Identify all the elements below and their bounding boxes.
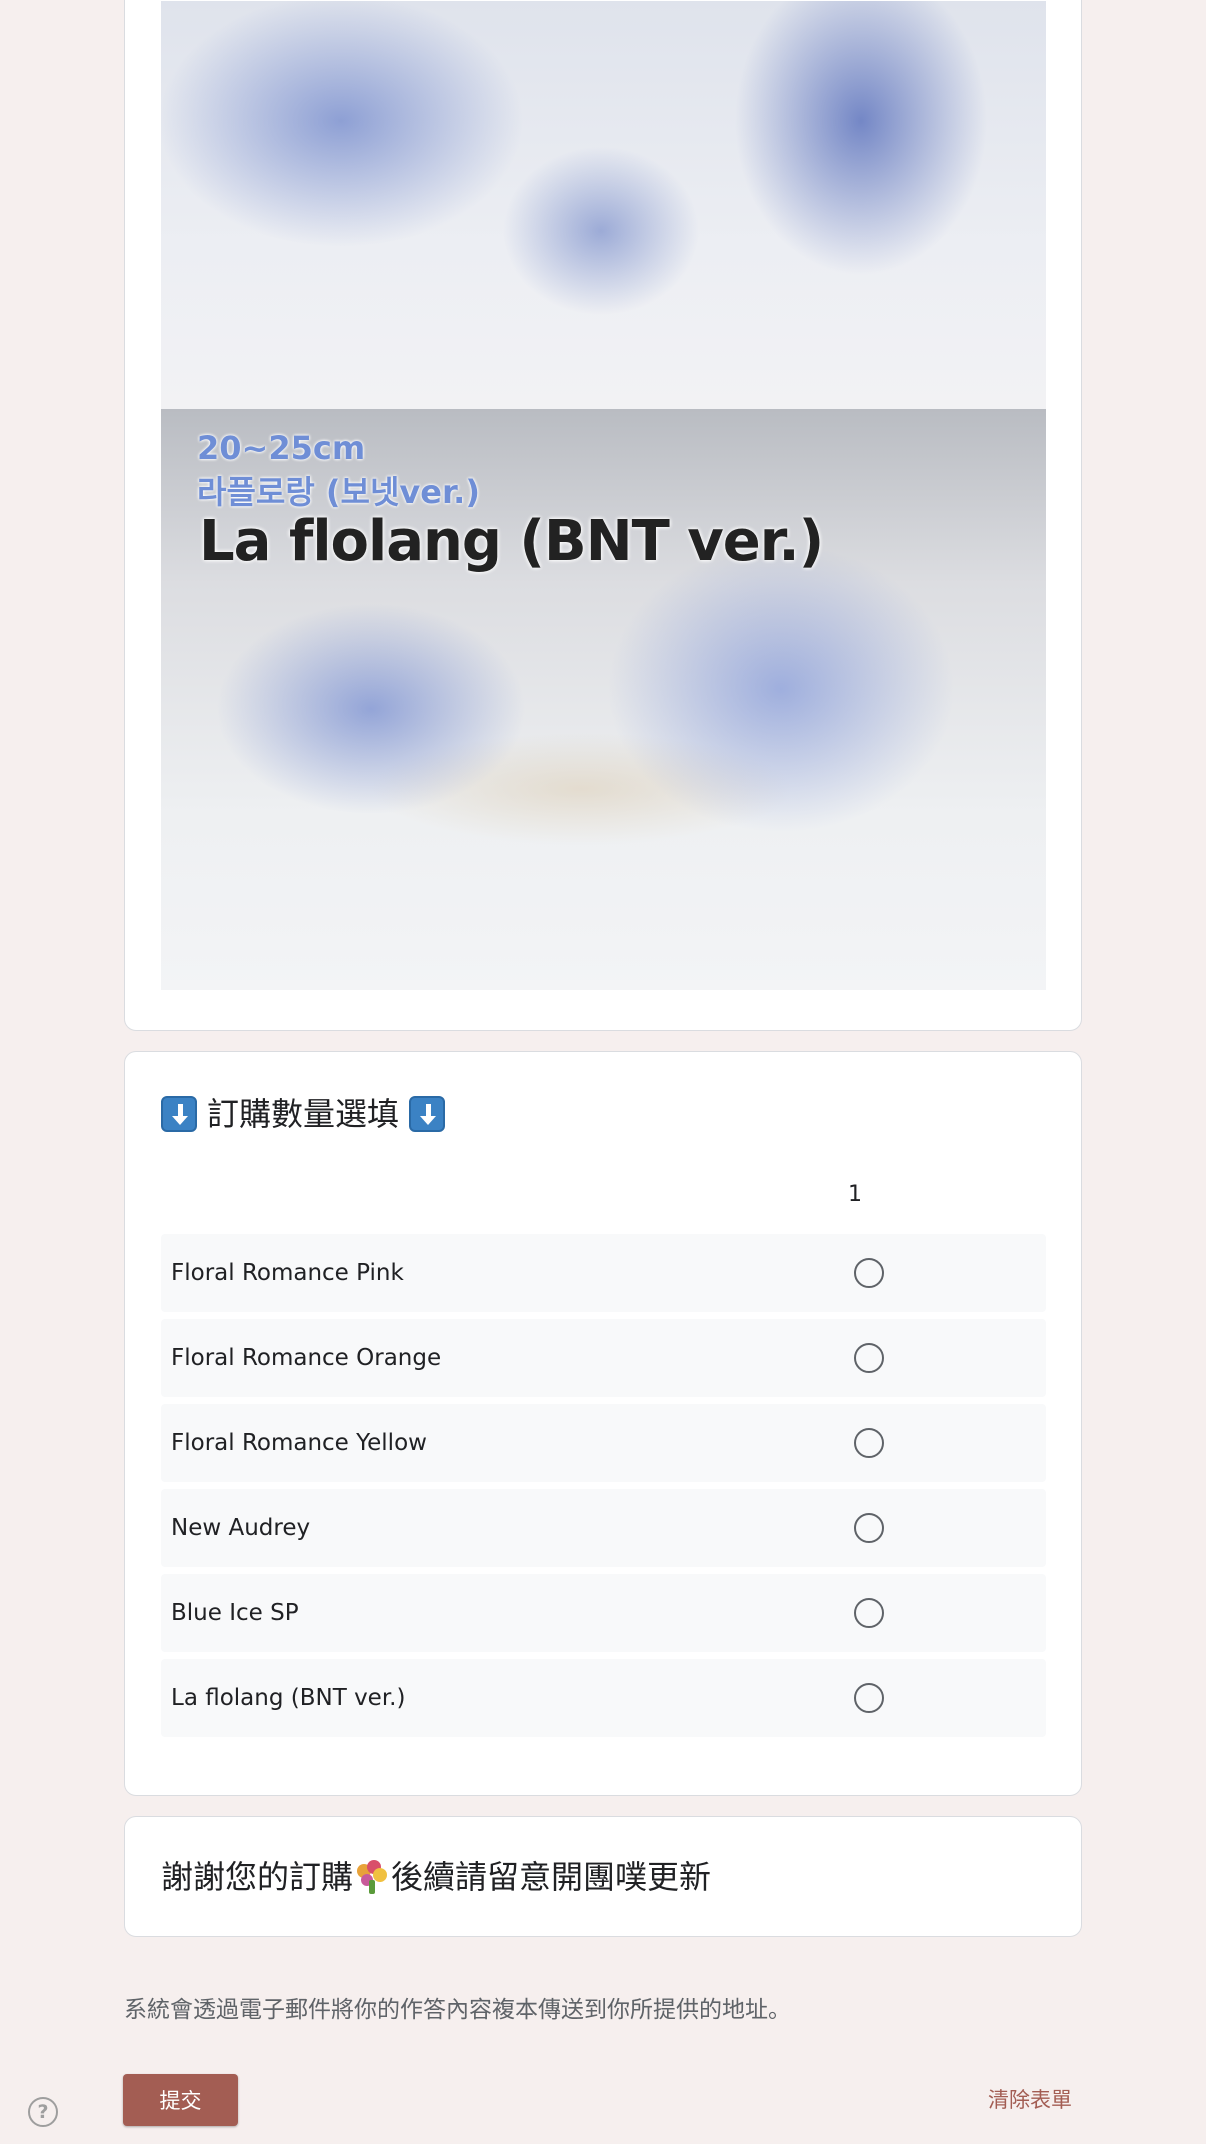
grid-row: La flolang (BNT ver.) [161,1659,1046,1737]
clear-form-button[interactable]: 清除表單 [975,2080,1085,2120]
radio-button[interactable] [854,1428,884,1458]
thanks-card: 謝謝您的訂購 後續請留意開團噗更新 [124,1816,1082,1937]
radio-button[interactable] [854,1258,884,1288]
thanks-text-start: 謝謝您的訂購 [161,1858,354,1896]
row-label: Floral Romance Orange [171,1345,442,1371]
row-label: Blue Ice SP [171,1600,299,1626]
photo-caption-title: La flolang (BNT ver.) [199,509,824,574]
email-copy-notice: 系統會透過電子郵件將你的作答內容複本傳送到你所提供的地址。 [124,1997,791,2023]
radio-button[interactable] [854,1598,884,1628]
grid-row: Floral Romance Pink [161,1234,1046,1312]
help-icon[interactable]: ? [28,2097,58,2127]
row-label: New Audrey [171,1515,311,1541]
photo-caption-size: 20~25cm [197,429,366,467]
submit-button[interactable]: 提交 [123,2074,238,2126]
grid-row: Blue Ice SP [161,1574,1046,1652]
radio-button[interactable] [854,1513,884,1543]
row-label: Floral Romance Pink [171,1260,404,1286]
image-card: 20~25cm 라플로랑 (보넷ver.) La flolang (BNT ve… [124,0,1082,1031]
row-label: Floral Romance Yellow [171,1430,427,1456]
radio-button[interactable] [854,1683,884,1713]
product-photo-bottom: 20~25cm 라플로랑 (보넷ver.) La flolang (BNT ve… [161,409,1046,990]
thanks-message: 謝謝您的訂購 後續請留意開團噗更新 [161,1855,711,1899]
column-header: 1 [848,1182,862,1207]
radio-button[interactable] [854,1343,884,1373]
quantity-question-card: 訂購數量選填 1 Floral Romance Pink Floral Roma… [124,1051,1082,1796]
grid-row: New Audrey [161,1489,1046,1567]
product-photo-top [161,1,1046,409]
grid-row: Floral Romance Yellow [161,1404,1046,1482]
question-title-text: 訂購數量選填 [207,1095,400,1133]
row-label: La flolang (BNT ver.) [171,1685,406,1711]
thanks-text-end: 後續請留意開團噗更新 [391,1858,712,1896]
photo-caption-korean: 라플로랑 (보넷ver.) [197,473,480,511]
question-title: 訂購數量選填 [161,1092,446,1136]
grid-row: Floral Romance Orange [161,1319,1046,1397]
bouquet-icon [355,1860,389,1894]
product-image: 20~25cm 라플로랑 (보넷ver.) La flolang (BNT ve… [161,1,1046,990]
arrow-down-icon [161,1096,197,1132]
arrow-down-icon [409,1096,446,1132]
